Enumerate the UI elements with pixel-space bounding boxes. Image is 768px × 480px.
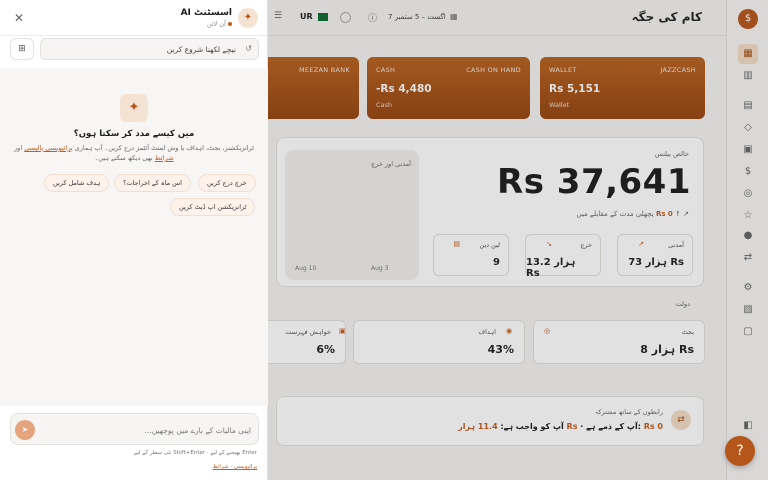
send-icon[interactable]: ➤ [15,420,35,440]
assistant-body: ✦ میں کیسے مدد کر سکتا ہوں؟ ٹرانزیکشنز، … [0,68,268,406]
assistant-heading: میں کیسے مدد کر سکتا ہوں؟ [73,129,195,139]
new-chat-button[interactable]: ⊞ [10,38,34,60]
ai-assistant-panel: ✕ AI اسسٹنٹ آن لائن ✦ ⊞ نیچے لکھنا شروع … [0,0,268,480]
assistant-status: آن لائن [207,20,232,28]
footer-links[interactable]: پرائیویسی · شرائط [213,464,257,470]
suggestion-chip[interactable]: ہدف شامل کریں [44,174,110,192]
suggestion-chip[interactable]: خرچ درج کریں [198,174,256,192]
history-search[interactable]: نیچے لکھنا شروع کریں ↺ [40,38,259,60]
suggestion-chip[interactable]: ٹرانزیکشن اپ ڈیٹ کریں [170,198,256,216]
overlay-backdrop[interactable] [268,0,768,480]
sparkle-icon: ✦ [120,94,148,122]
sparkle-icon: ✦ [238,8,258,28]
assistant-header: ✕ AI اسسٹنٹ آن لائن ✦ [0,0,268,36]
terms-link[interactable]: شرائط [155,154,174,162]
history-icon: ↺ [245,44,252,53]
suggestion-chip[interactable]: اس ماہ کے اخراجات؟ [114,174,191,192]
privacy-policy-link[interactable]: پرائیویسی پالیسی [24,144,72,152]
chat-input-box: ➤ [10,413,259,445]
assistant-title: AI اسسٹنٹ [180,8,232,18]
assistant-description: ٹرانزیکشنز، بجٹ، اہداف یا وش لسٹ آئٹمز د… [14,144,254,162]
keyboard-hint: نئی سطر کے لیے Shift+Enter · بھیجنے کے ل… [133,450,257,456]
close-icon[interactable]: ✕ [14,11,24,25]
chat-input[interactable] [45,422,251,438]
help-button[interactable]: ? [725,436,755,466]
